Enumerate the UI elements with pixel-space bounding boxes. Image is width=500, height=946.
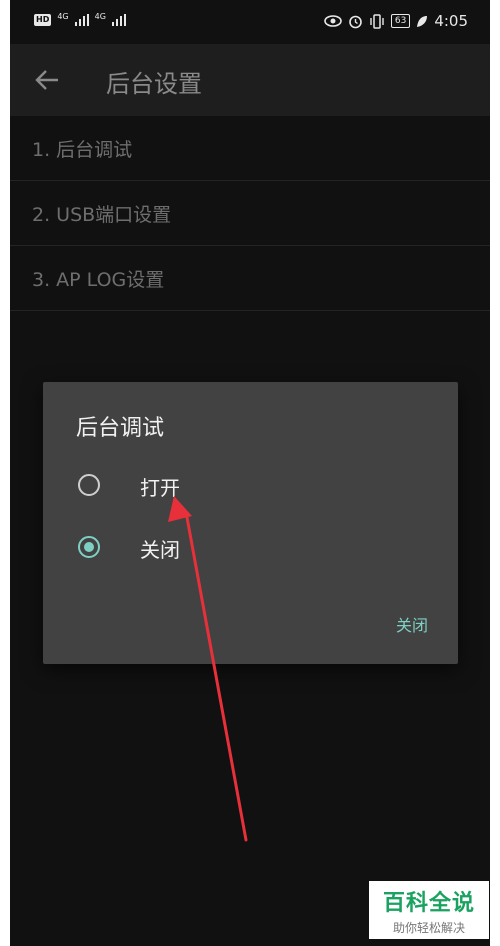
- background-debug-dialog: 后台调试 打开 关闭 关闭: [43, 382, 458, 664]
- leaf-icon: [417, 15, 428, 27]
- page-title: 后台设置: [106, 70, 202, 98]
- network-type-2: 4G: [94, 11, 106, 21]
- list-item-label: 3. AP LOG设置: [32, 268, 165, 291]
- list-item-usb-port[interactable]: 2. USB端口设置: [10, 181, 490, 246]
- hd-badge: HD: [34, 14, 52, 26]
- clock: 4:05: [434, 12, 468, 30]
- app-bar: 后台设置: [10, 44, 490, 116]
- dialog-title: 后台调试: [76, 416, 165, 441]
- list-item-ap-log[interactable]: 3. AP LOG设置: [10, 246, 490, 311]
- phone-screen: HD 4G 4G 63 4:05 后台设置 1. 后台调试 2. USB端口设置…: [10, 0, 490, 946]
- back-arrow-icon[interactable]: [34, 68, 60, 92]
- battery-icon: 63: [390, 14, 411, 28]
- list-item-label: 2. USB端口设置: [32, 203, 172, 226]
- status-bar: HD 4G 4G 63 4:05: [10, 0, 490, 44]
- settings-list: 1. 后台调试 2. USB端口设置 3. AP LOG设置: [10, 116, 490, 311]
- signal-icon: [111, 14, 126, 26]
- signal-icon: [74, 14, 89, 26]
- list-item-label: 1. 后台调试: [32, 138, 133, 161]
- watermark-logo: 百科全说 助你轻松解决: [369, 881, 489, 939]
- watermark-subtitle: 助你轻松解决: [392, 921, 465, 935]
- radio-button-unchecked[interactable]: [78, 474, 100, 496]
- option-label: 打开: [140, 476, 180, 500]
- option-label: 关闭: [140, 538, 180, 562]
- vibrate-icon: [370, 13, 384, 29]
- network-type-1: 4G: [57, 11, 69, 21]
- alarm-icon: [349, 15, 362, 28]
- watermark-title: 百科全说: [382, 891, 475, 916]
- option-off[interactable]: 关闭: [43, 520, 458, 580]
- list-item-background-debug[interactable]: 1. 后台调试: [10, 116, 490, 181]
- close-button[interactable]: 关闭: [396, 612, 428, 636]
- option-on[interactable]: 打开: [43, 458, 458, 518]
- radio-button-checked[interactable]: [78, 536, 100, 558]
- status-right: 63 4:05: [324, 12, 468, 30]
- eye-icon: [324, 15, 342, 27]
- status-left: HD 4G 4G: [34, 11, 126, 26]
